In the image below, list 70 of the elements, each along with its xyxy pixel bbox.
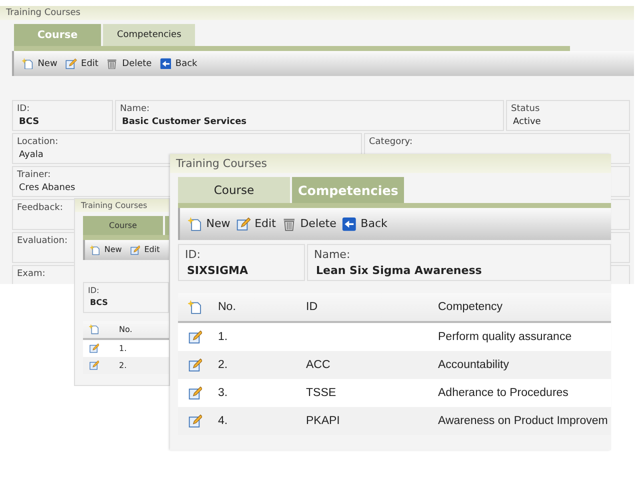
field-value: BCS (18, 117, 40, 127)
table-cell-text: 4. (218, 415, 229, 427)
table-cell-text: Adherance to Procedures (438, 387, 570, 399)
table-cell-text: 2. (218, 359, 229, 371)
toolbar-button[interactable]: Edit (130, 244, 160, 256)
toolbar-button[interactable]: Back (160, 58, 198, 70)
table-cell-text: 2. (119, 361, 128, 370)
edit-icon (188, 330, 202, 344)
field-label: Category: (369, 137, 412, 147)
field-label: ID: (17, 104, 30, 114)
column-header: No. (119, 325, 134, 334)
trash-icon (106, 58, 118, 70)
new-document-icon (188, 300, 202, 314)
field-value: BCS (89, 298, 108, 307)
field-value: Basic Customer Services (121, 117, 247, 127)
column-header: ID (306, 301, 318, 313)
toolbar-button[interactable]: Edit (65, 58, 98, 70)
table-cell-text: TSSE (306, 387, 338, 399)
toolbar-button[interactable]: Back (342, 216, 388, 232)
tab[interactable]: Course (83, 216, 163, 235)
toolbar-button[interactable]: Delete (106, 58, 152, 70)
new-document-icon (90, 244, 100, 256)
edit-icon (188, 414, 202, 428)
new-document-icon (188, 216, 202, 232)
table-cell-text: Accountability (438, 359, 510, 371)
toolbar-button[interactable]: New (22, 58, 58, 70)
edit-icon (130, 244, 140, 256)
edit-icon (188, 386, 202, 400)
table-cell-text: 1. (218, 331, 229, 343)
new-document-icon (89, 324, 100, 335)
field-label: ID: (88, 286, 100, 295)
toolbar-button[interactable]: Delete (282, 216, 336, 232)
field-label: ID: (185, 248, 200, 261)
window-title: Training Courses (75, 199, 169, 212)
edit-icon (236, 216, 251, 232)
table-cell-text: PKAPI (306, 415, 341, 427)
table-cell-text: Perform quality assurance (438, 331, 573, 343)
field-value: Lean Six Sigma Awareness (315, 264, 482, 277)
table-cell-text: 1. (119, 344, 128, 353)
field-label: Name: (120, 104, 150, 114)
edit-icon (188, 358, 202, 372)
window-title: Training Courses (0, 6, 634, 20)
column-header: Competency (438, 301, 504, 313)
table-cell: Awareness on Product Improvem (438, 415, 608, 427)
tab[interactable]: Competencies (103, 24, 196, 46)
field-label: Feedback: (17, 203, 63, 213)
toolbar-button[interactable]: Edit (236, 216, 276, 232)
field-label: Evaluation: (17, 236, 68, 246)
edit-icon (89, 343, 100, 354)
back-arrow-icon (160, 58, 172, 70)
window-title: Training Courses (170, 154, 611, 173)
field-value: Cres Abanes (18, 183, 76, 193)
field-label: Exam: (17, 269, 46, 279)
toolbar-button[interactable]: New (188, 216, 230, 232)
table-cell-text: ACC (306, 359, 332, 371)
field-value: SIXSIGMA (186, 264, 248, 277)
field-value: Active (512, 117, 541, 127)
new-document-icon (22, 58, 34, 70)
edit-icon (89, 360, 100, 371)
field-value: Ayala (18, 150, 44, 160)
column-header: No. (218, 301, 237, 313)
edit-icon (65, 58, 78, 70)
field-label: Trainer: (17, 170, 51, 180)
field-label: Location: (17, 137, 58, 147)
tab[interactable]: Course (178, 177, 290, 203)
field-label: Name: (314, 248, 350, 261)
table-cell-text: 3. (218, 387, 229, 399)
trash-icon (282, 216, 296, 232)
field-label: Status (511, 104, 540, 114)
toolbar-button[interactable]: New (90, 244, 122, 256)
